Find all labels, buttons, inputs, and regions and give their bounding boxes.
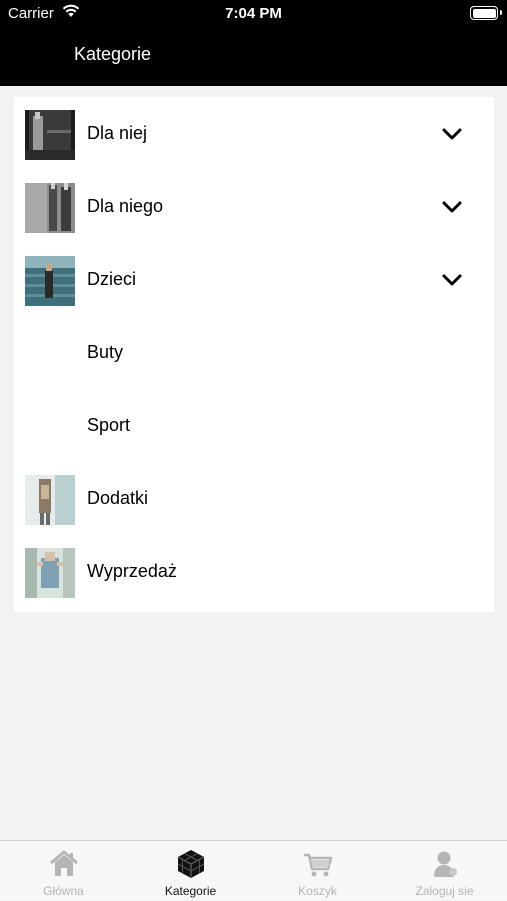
tab-label: Koszyk (298, 884, 337, 898)
category-label: Buty (87, 342, 124, 362)
category-item-dzieci[interactable]: Dzieci (14, 243, 494, 316)
category-label: Sport (87, 415, 131, 435)
category-thumbnail (25, 110, 75, 160)
tab-bar: Główna Kategorie Koszyk Zaloguj sie (0, 840, 507, 900)
category-label: Wyprzedaż (87, 561, 177, 581)
category-item-wyprzedaz[interactable]: Wyprzedaż (14, 535, 494, 608)
category-label: Dla niego (87, 196, 164, 216)
category-thumbnail (25, 183, 75, 233)
category-label: Dzieci (87, 269, 137, 289)
category-item-dla-niego[interactable]: Dla niego (14, 170, 494, 243)
tab-zaloguj-sie[interactable]: Zaloguj sie (381, 841, 507, 901)
cart-icon (302, 848, 334, 880)
clock-time: 7:04 PM (225, 5, 282, 22)
category-thumbnail (25, 475, 75, 525)
category-item-dla-niej[interactable]: Dla niej (14, 97, 494, 170)
cube-grid-icon (175, 848, 207, 880)
battery-icon (470, 6, 502, 20)
category-item-sport[interactable]: Sport (14, 389, 494, 462)
page-title: Kategorie (74, 44, 152, 64)
chevron-down-icon[interactable] (440, 271, 464, 289)
tab-label: Kategorie (164, 884, 217, 898)
tab-koszyk[interactable]: Koszyk (254, 841, 381, 901)
category-item-dodatki[interactable]: Dodatki (14, 462, 494, 535)
tab-label: Zaloguj sie (415, 884, 474, 898)
category-thumbnail (25, 256, 75, 306)
tab-kategorie[interactable]: Kategorie (127, 841, 254, 901)
status-bar: Carrier 7:04 PM (0, 0, 507, 28)
user-icon (429, 848, 461, 880)
category-label: Dodatki (87, 488, 149, 508)
chevron-down-icon[interactable] (440, 125, 464, 143)
category-list: Dla niej Dla niego Dzieci Buty Sport Dod… (14, 97, 494, 612)
top-bar: Carrier 7:04 PM Kategorie (0, 0, 507, 86)
chevron-down-icon[interactable] (440, 198, 464, 216)
category-thumbnail (25, 548, 75, 598)
home-icon (48, 848, 80, 880)
category-label: Dla niej (87, 123, 148, 143)
tab-label: Główna (43, 884, 84, 898)
tab-glowna[interactable]: Główna (0, 841, 127, 901)
category-item-buty[interactable]: Buty (14, 316, 494, 389)
